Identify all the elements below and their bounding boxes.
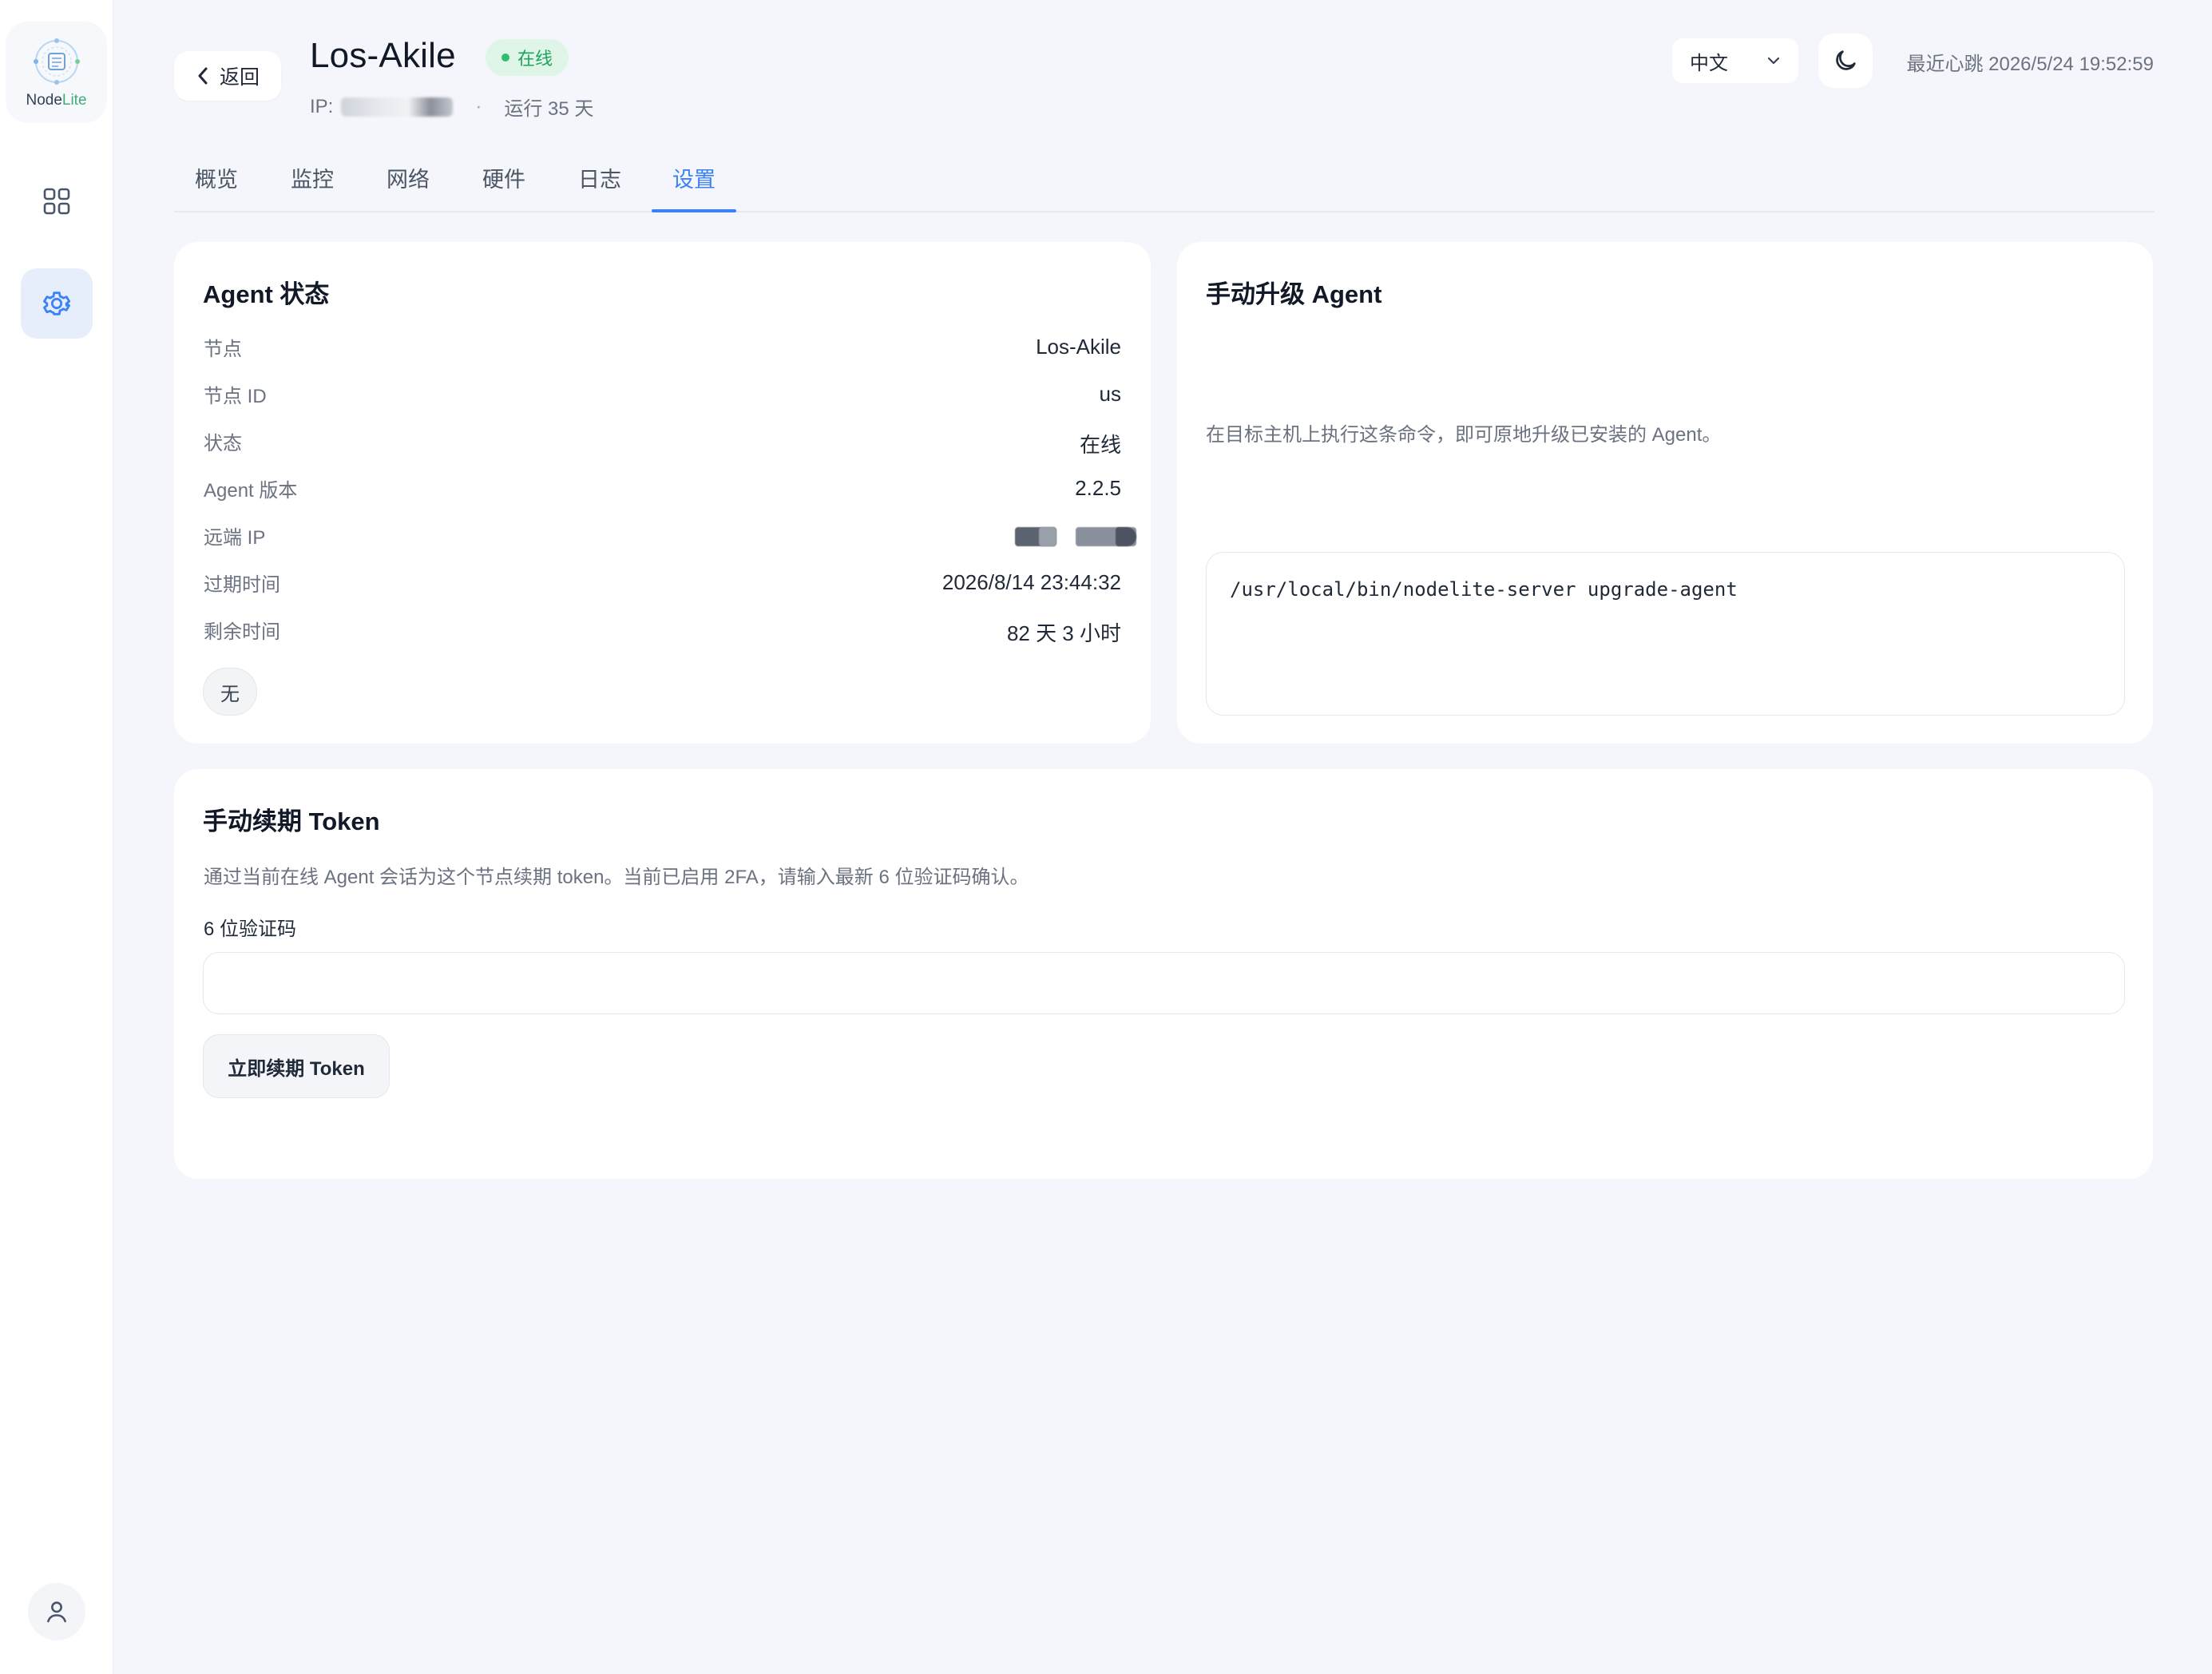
user-icon <box>47 1601 66 1623</box>
otp-code-input[interactable] <box>203 952 2125 1014</box>
last-heartbeat: 最近心跳 2026/5/24 19:52:59 <box>1906 54 2154 75</box>
status-badge-label: 在线 <box>517 49 553 69</box>
renew-token-description: 通过当前在线 Agent 会话为这个节点续期 token。当前已启用 2FA，请… <box>204 867 1029 888</box>
status-badge: 在线 <box>486 39 569 76</box>
nav-dashboard[interactable] <box>21 166 93 236</box>
tab-monitor[interactable]: 监控 <box>270 144 355 211</box>
node-subline: IP: · 运行 35 天 <box>310 93 593 121</box>
kv-value-agent-version: 2.2.5 <box>1075 476 1121 500</box>
separator-dot: · <box>475 95 482 117</box>
status-dot-icon <box>501 54 509 61</box>
agent-status-card: Agent 状态 节点 Los-Akile 节点 ID us 状态 在线 Age… <box>174 242 1151 744</box>
logo-text: NodeLite <box>26 92 87 109</box>
language-select[interactable]: 中文 <box>1672 38 1798 83</box>
tab-hardware[interactable]: 硬件 <box>462 144 546 211</box>
gear-icon <box>43 292 71 315</box>
moon-icon <box>1836 50 1856 70</box>
ip-label: IP: <box>310 95 334 117</box>
back-button[interactable]: 返回 <box>174 51 281 101</box>
kv-label-status: 状态 <box>204 433 242 454</box>
upgrade-command-box[interactable]: /usr/local/bin/nodelite-server upgrade-a… <box>1206 552 2125 716</box>
renew-token-button[interactable]: 立即续期 Token <box>203 1034 390 1098</box>
upgrade-command-text[interactable]: /usr/local/bin/nodelite-server upgrade-a… <box>1230 578 1738 601</box>
tab-bar: 概览 监控 网络 硬件 日志 设置 <box>174 144 2155 212</box>
user-account-button[interactable] <box>28 1583 85 1640</box>
renew-token-card: 手动续期 Token 通过当前在线 Agent 会话为这个节点续期 token。… <box>174 769 2153 1179</box>
uptime-text: 运行 35 天 <box>504 98 594 120</box>
kv-value-node-id: us <box>1099 382 1121 406</box>
kv-label-remaining-time: 剩余时间 <box>204 621 280 643</box>
chevron-left-icon <box>198 67 208 85</box>
logo-icon <box>34 38 80 85</box>
tab-overview[interactable]: 概览 <box>174 144 259 211</box>
otp-field-label: 6 位验证码 <box>204 918 297 940</box>
page-title: Los-Akile <box>310 36 456 75</box>
app-logo[interactable]: NodeLite <box>6 22 107 123</box>
kv-label-agent-version: Agent 版本 <box>204 480 298 502</box>
kv-label-remote-ip: 远端 IP <box>204 527 266 549</box>
sidebar: NodeLite <box>0 0 113 1674</box>
agent-status-title: Agent 状态 <box>203 280 330 308</box>
nav-settings[interactable] <box>21 268 93 339</box>
kv-value-node: Los-Akile <box>1036 335 1121 359</box>
language-value: 中文 <box>1690 52 1728 74</box>
renew-token-title: 手动续期 Token <box>203 807 380 835</box>
grid-icon <box>43 188 70 215</box>
kv-value-remaining-time: 82 天 3 小时 <box>1006 621 1121 645</box>
upgrade-agent-card: 手动升级 Agent 在目标主机上执行这条命令，即可原地升级已安装的 Agent… <box>1177 242 2153 744</box>
ip-redacted <box>341 97 454 117</box>
chevron-down-icon <box>1767 57 1780 65</box>
kv-label-node-id: 节点 ID <box>204 386 267 407</box>
kv-label-expire-time: 过期时间 <box>204 574 280 596</box>
back-label: 返回 <box>219 66 260 89</box>
upgrade-agent-description: 在目标主机上执行这条命令，即可原地升级已安装的 Agent。 <box>1206 424 1722 446</box>
tab-network[interactable]: 网络 <box>366 144 450 211</box>
theme-toggle-button[interactable] <box>1818 34 1873 88</box>
kv-label-node: 节点 <box>204 339 242 360</box>
kv-value-status: 在线 <box>1079 433 1121 457</box>
kv-value-expire-time: 2026/8/14 23:44:32 <box>941 570 1121 594</box>
tag-chip: 无 <box>203 668 257 716</box>
tab-settings[interactable]: 设置 <box>652 144 736 212</box>
remote-ip-redacted <box>1015 527 1136 546</box>
tab-logs[interactable]: 日志 <box>557 144 642 211</box>
upgrade-agent-title: 手动升级 Agent <box>1206 280 1382 308</box>
